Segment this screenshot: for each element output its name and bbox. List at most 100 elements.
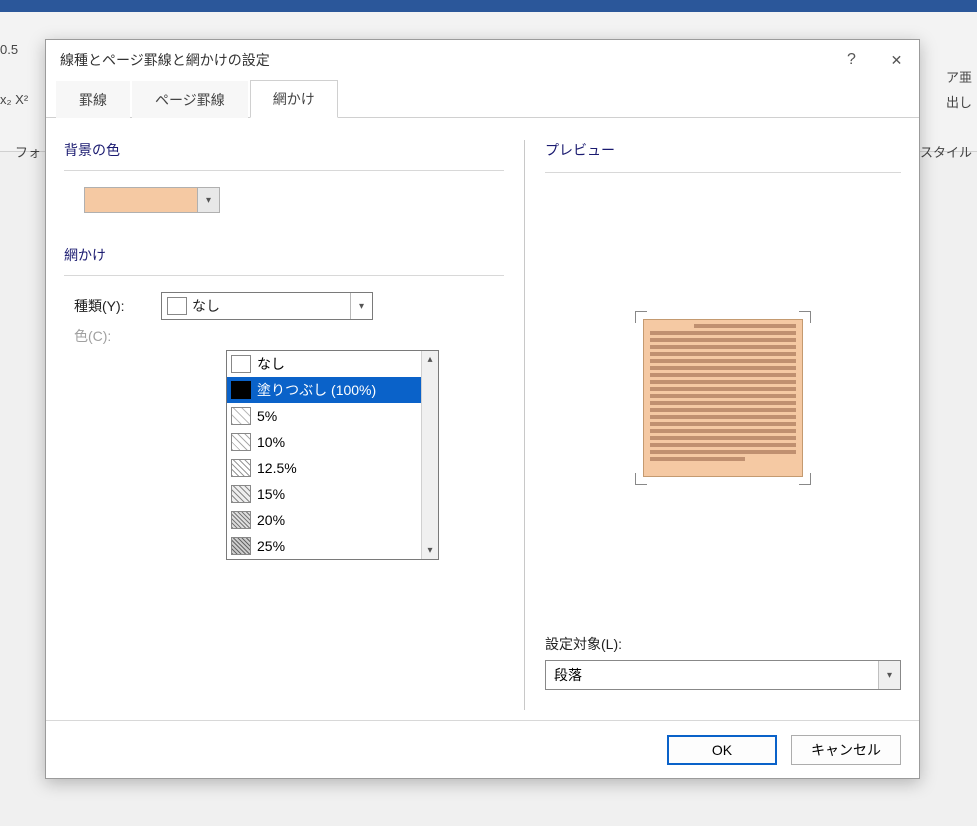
preview-text-line — [650, 366, 796, 370]
close-button[interactable]: ✕ — [874, 40, 919, 80]
preview-text-line — [650, 408, 796, 412]
preview-pane: プレビュー — [524, 140, 901, 710]
apply-to-value: 段落 — [546, 665, 878, 685]
dialog-content: 背景の色 ▾ 網かけ 種類(Y): なし ▾ 色(C): — [46, 118, 919, 720]
app-ribbon-accent — [0, 0, 977, 12]
font-group-label-fragment: フォ — [15, 142, 41, 161]
dropdown-item-10pct[interactable]: 10% — [227, 429, 421, 455]
divider — [64, 275, 504, 276]
preview-text-line — [650, 331, 796, 335]
preview-text-line — [650, 352, 796, 356]
divider — [545, 172, 901, 173]
dropdown-item-25pct[interactable]: 25% — [227, 533, 421, 559]
preview-text-line — [650, 338, 796, 342]
preview-text-line — [650, 359, 796, 363]
tab-shading[interactable]: 網かけ — [250, 80, 338, 118]
dialog-title: 線種とページ罫線と網かけの設定 — [60, 50, 270, 70]
pattern-type-swatch — [167, 297, 187, 315]
background-color-swatch — [85, 188, 197, 212]
subscript-superscript-fragment: x₂ X² — [0, 92, 28, 107]
preview-text-line — [650, 415, 796, 419]
preview-text-line — [650, 345, 796, 349]
pattern-type-value: なし — [192, 296, 350, 316]
shading-preview — [643, 319, 803, 477]
cancel-button[interactable]: キャンセル — [791, 735, 901, 765]
borders-shading-dialog: 線種とページ罫線と網かけの設定 ? ✕ 罫線 ページ罫線 網かけ 背景の色 ▾ … — [45, 39, 920, 779]
dropdown-item-solid[interactable]: 塗りつぶし (100%) — [227, 377, 421, 403]
help-icon: ? — [847, 51, 856, 69]
dropdown-item-label: 25% — [257, 538, 285, 554]
background-color-section-label: 背景の色 — [64, 140, 504, 160]
tab-page-border[interactable]: ページ罫線 — [132, 81, 248, 118]
preview-text-line — [650, 436, 796, 440]
dropdown-item-label: 15% — [257, 486, 285, 502]
dropdown-scrollbar[interactable]: ▴ ▾ — [421, 351, 438, 559]
dropdown-item-20pct[interactable]: 20% — [227, 507, 421, 533]
ok-button-label: OK — [712, 742, 732, 758]
pattern-swatch-15pct — [231, 485, 251, 503]
dropdown-item-none[interactable]: なし — [227, 351, 421, 377]
scroll-up-arrow[interactable]: ▴ — [422, 351, 438, 368]
apply-to-select[interactable]: 段落 ▾ — [545, 660, 901, 690]
styles-group-label-fragment: スタイル — [920, 142, 972, 161]
dialog-tabs: 罫線 ページ罫線 網かけ — [46, 80, 919, 118]
help-button[interactable]: ? — [829, 40, 874, 80]
pattern-swatch-5pct — [231, 407, 251, 425]
pattern-swatch-10pct — [231, 433, 251, 451]
dialog-footer: OK キャンセル — [46, 720, 919, 778]
pattern-type-dropdown-arrow[interactable]: ▾ — [350, 293, 372, 319]
preview-area — [545, 189, 901, 634]
pattern-swatch-25pct — [231, 537, 251, 555]
dropdown-item-label: なし — [257, 354, 285, 374]
scroll-down-arrow[interactable]: ▾ — [422, 542, 438, 559]
apply-to-row: 設定対象(L): 段落 ▾ — [545, 634, 901, 690]
cancel-button-label: キャンセル — [811, 740, 881, 760]
apply-to-label: 設定対象(L): — [545, 634, 901, 654]
preview-text-line — [650, 387, 796, 391]
preview-text-line — [650, 394, 796, 398]
preview-section-label: プレビュー — [545, 140, 901, 160]
tab-shading-label: 網かけ — [273, 91, 315, 107]
pattern-type-label: 種類(Y): — [74, 296, 149, 316]
preview-text-line — [650, 450, 796, 454]
dropdown-item-label: 5% — [257, 408, 277, 424]
apply-to-dropdown-arrow[interactable]: ▾ — [878, 661, 900, 689]
dropdown-item-label: 10% — [257, 434, 285, 450]
shading-pattern-section-label: 網かけ — [64, 245, 504, 265]
pattern-color-label: 色(C): — [74, 326, 149, 346]
preview-text-line — [650, 457, 745, 461]
dropdown-item-label: 20% — [257, 512, 285, 528]
pattern-swatch-20pct — [231, 511, 251, 529]
dropdown-listbox: なし 塗りつぶし (100%) 5% 10% 12.5% 15% — [227, 351, 421, 559]
tab-borders-label: 罫線 — [79, 92, 107, 108]
preview-text-line — [650, 422, 796, 426]
zoom-field-fragment: 0.5 — [0, 42, 18, 57]
background-color-picker[interactable]: ▾ — [84, 187, 220, 213]
background-color-dropdown-arrow[interactable]: ▾ — [197, 188, 219, 212]
dropdown-item-label: 12.5% — [257, 460, 297, 476]
pattern-type-dropdown-list[interactable]: なし 塗りつぶし (100%) 5% 10% 12.5% 15% — [226, 350, 439, 560]
preview-fill — [643, 319, 803, 477]
ok-button[interactable]: OK — [667, 735, 777, 765]
tab-page-border-label: ページ罫線 — [155, 92, 225, 108]
preview-text-line — [650, 443, 796, 447]
dropdown-item-12pct[interactable]: 12.5% — [227, 455, 421, 481]
styles-sample-fragment: ア亜 — [946, 67, 972, 86]
close-icon: ✕ — [891, 52, 903, 69]
tab-borders[interactable]: 罫線 — [56, 81, 130, 118]
preview-text-line — [650, 429, 796, 433]
pattern-type-combobox[interactable]: なし ▾ — [161, 292, 373, 320]
preview-text-line — [650, 401, 796, 405]
pattern-swatch-solid — [231, 381, 251, 399]
pattern-swatch-12pct — [231, 459, 251, 477]
heading-sample-fragment: 出し — [946, 92, 972, 111]
preview-text-line — [650, 373, 796, 377]
preview-text-line — [694, 324, 796, 328]
dropdown-item-5pct[interactable]: 5% — [227, 403, 421, 429]
dropdown-item-15pct[interactable]: 15% — [227, 481, 421, 507]
dialog-titlebar: 線種とページ罫線と網かけの設定 ? ✕ — [46, 40, 919, 80]
divider — [64, 170, 504, 171]
dropdown-item-label: 塗りつぶし (100%) — [257, 380, 376, 400]
pattern-swatch-none — [231, 355, 251, 373]
preview-text-line — [650, 380, 796, 384]
